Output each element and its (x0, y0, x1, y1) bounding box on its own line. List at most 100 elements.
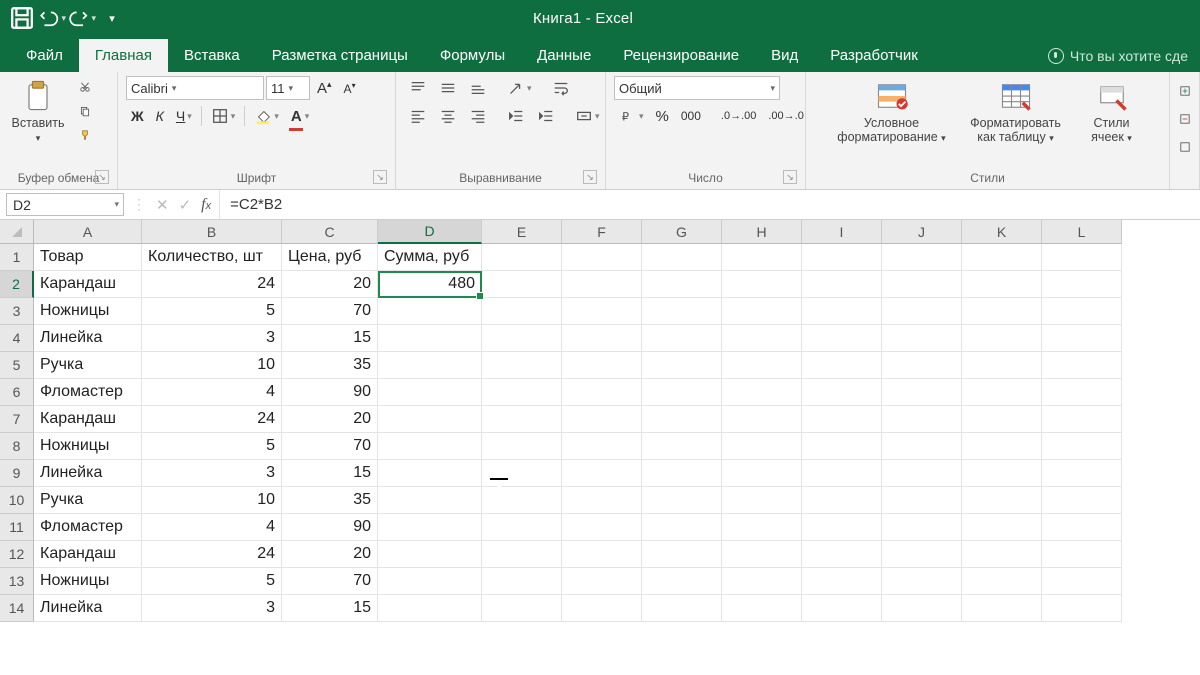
cell-C4[interactable]: 15 (282, 325, 378, 352)
cell-H5[interactable] (722, 352, 802, 379)
column-header-G[interactable]: G (642, 220, 722, 244)
cell-I9[interactable] (802, 460, 882, 487)
number-dialog-launcher[interactable]: ↘ (783, 170, 797, 184)
column-header-L[interactable]: L (1042, 220, 1122, 244)
merge-center-button[interactable]: ▾ (570, 104, 605, 128)
row-header-1[interactable]: 1 (0, 244, 34, 271)
cell-G7[interactable] (642, 406, 722, 433)
cell-F3[interactable] (562, 298, 642, 325)
cell-E2[interactable] (482, 271, 562, 298)
number-format-combo[interactable]: Общий▾ (614, 76, 780, 100)
cell-F9[interactable] (562, 460, 642, 487)
alignment-dialog-launcher[interactable]: ↘ (583, 170, 597, 184)
cell-C10[interactable]: 35 (282, 487, 378, 514)
cut-button[interactable] (74, 76, 96, 98)
row-header-2[interactable]: 2 (0, 271, 34, 298)
cell-L6[interactable] (1042, 379, 1122, 406)
wrap-text-button[interactable] (547, 76, 575, 100)
row-header-4[interactable]: 4 (0, 325, 34, 352)
cell-K2[interactable] (962, 271, 1042, 298)
cell-G1[interactable] (642, 244, 722, 271)
cell-I8[interactable] (802, 433, 882, 460)
cell-H13[interactable] (722, 568, 802, 595)
insert-cells-button[interactable] (1174, 80, 1196, 102)
cell-D4[interactable] (378, 325, 482, 352)
cell-K6[interactable] (962, 379, 1042, 406)
cell-B4[interactable]: 3 (142, 325, 282, 352)
underline-button[interactable]: Ч▾ (171, 104, 197, 128)
cell-H12[interactable] (722, 541, 802, 568)
cell-L11[interactable] (1042, 514, 1122, 541)
cell-J2[interactable] (882, 271, 962, 298)
cell-J8[interactable] (882, 433, 962, 460)
cell-F8[interactable] (562, 433, 642, 460)
cell-A12[interactable]: Карандаш (34, 541, 142, 568)
cell-E9[interactable] (482, 460, 562, 487)
cell-E11[interactable] (482, 514, 562, 541)
cell-I10[interactable] (802, 487, 882, 514)
cell-L4[interactable] (1042, 325, 1122, 352)
cell-A8[interactable]: Ножницы (34, 433, 142, 460)
cell-D12[interactable] (378, 541, 482, 568)
font-color-button[interactable]: A▾ (286, 104, 314, 128)
cell-K12[interactable] (962, 541, 1042, 568)
cell-H14[interactable] (722, 595, 802, 622)
column-header-F[interactable]: F (562, 220, 642, 244)
cell-H7[interactable] (722, 406, 802, 433)
cell-C8[interactable]: 70 (282, 433, 378, 460)
cell-H9[interactable] (722, 460, 802, 487)
increase-decimal-button[interactable]: .0→.00 (716, 104, 761, 128)
italic-button[interactable]: К (151, 104, 169, 128)
cell-B13[interactable]: 5 (142, 568, 282, 595)
cell-B11[interactable]: 4 (142, 514, 282, 541)
cell-E13[interactable] (482, 568, 562, 595)
cell-G14[interactable] (642, 595, 722, 622)
cell-F7[interactable] (562, 406, 642, 433)
tab-review[interactable]: Рецензирование (607, 39, 755, 72)
redo-button[interactable]: ▾ (68, 4, 96, 32)
cell-B12[interactable]: 24 (142, 541, 282, 568)
tab-home[interactable]: Главная (79, 39, 168, 72)
cell-F6[interactable] (562, 379, 642, 406)
row-header-8[interactable]: 8 (0, 433, 34, 460)
tell-me-search[interactable]: Что вы хотите сде (1036, 48, 1200, 72)
cell-G11[interactable] (642, 514, 722, 541)
cancel-formula-button[interactable]: ✕ (156, 196, 169, 214)
copy-button[interactable] (74, 100, 96, 122)
row-header-3[interactable]: 3 (0, 298, 34, 325)
cell-I5[interactable] (802, 352, 882, 379)
cell-J6[interactable] (882, 379, 962, 406)
column-header-E[interactable]: E (482, 220, 562, 244)
comma-format-button[interactable]: 000 (676, 104, 706, 128)
cell-I1[interactable] (802, 244, 882, 271)
cell-L8[interactable] (1042, 433, 1122, 460)
row-header-7[interactable]: 7 (0, 406, 34, 433)
cell-E14[interactable] (482, 595, 562, 622)
cell-F1[interactable] (562, 244, 642, 271)
cell-D14[interactable] (378, 595, 482, 622)
column-header-K[interactable]: K (962, 220, 1042, 244)
qat-customize-button[interactable]: ▾ (98, 4, 126, 32)
cell-D8[interactable] (378, 433, 482, 460)
cell-C5[interactable]: 35 (282, 352, 378, 379)
cell-A7[interactable]: Карандаш (34, 406, 142, 433)
cell-J11[interactable] (882, 514, 962, 541)
decrease-font-button[interactable]: A▾ (339, 76, 361, 100)
font-size-combo[interactable]: 11▾ (266, 76, 310, 100)
row-header-5[interactable]: 5 (0, 352, 34, 379)
cell-C7[interactable]: 20 (282, 406, 378, 433)
row-header-13[interactable]: 13 (0, 568, 34, 595)
cell-J1[interactable] (882, 244, 962, 271)
column-header-D[interactable]: D (378, 220, 482, 244)
cell-A11[interactable]: Фломастер (34, 514, 142, 541)
cell-K7[interactable] (962, 406, 1042, 433)
cell-I6[interactable] (802, 379, 882, 406)
cell-B14[interactable]: 3 (142, 595, 282, 622)
cell-J4[interactable] (882, 325, 962, 352)
cell-E5[interactable] (482, 352, 562, 379)
cell-H2[interactable] (722, 271, 802, 298)
cell-K13[interactable] (962, 568, 1042, 595)
cell-G6[interactable] (642, 379, 722, 406)
cell-C2[interactable]: 20 (282, 271, 378, 298)
align-top-button[interactable] (404, 76, 432, 100)
